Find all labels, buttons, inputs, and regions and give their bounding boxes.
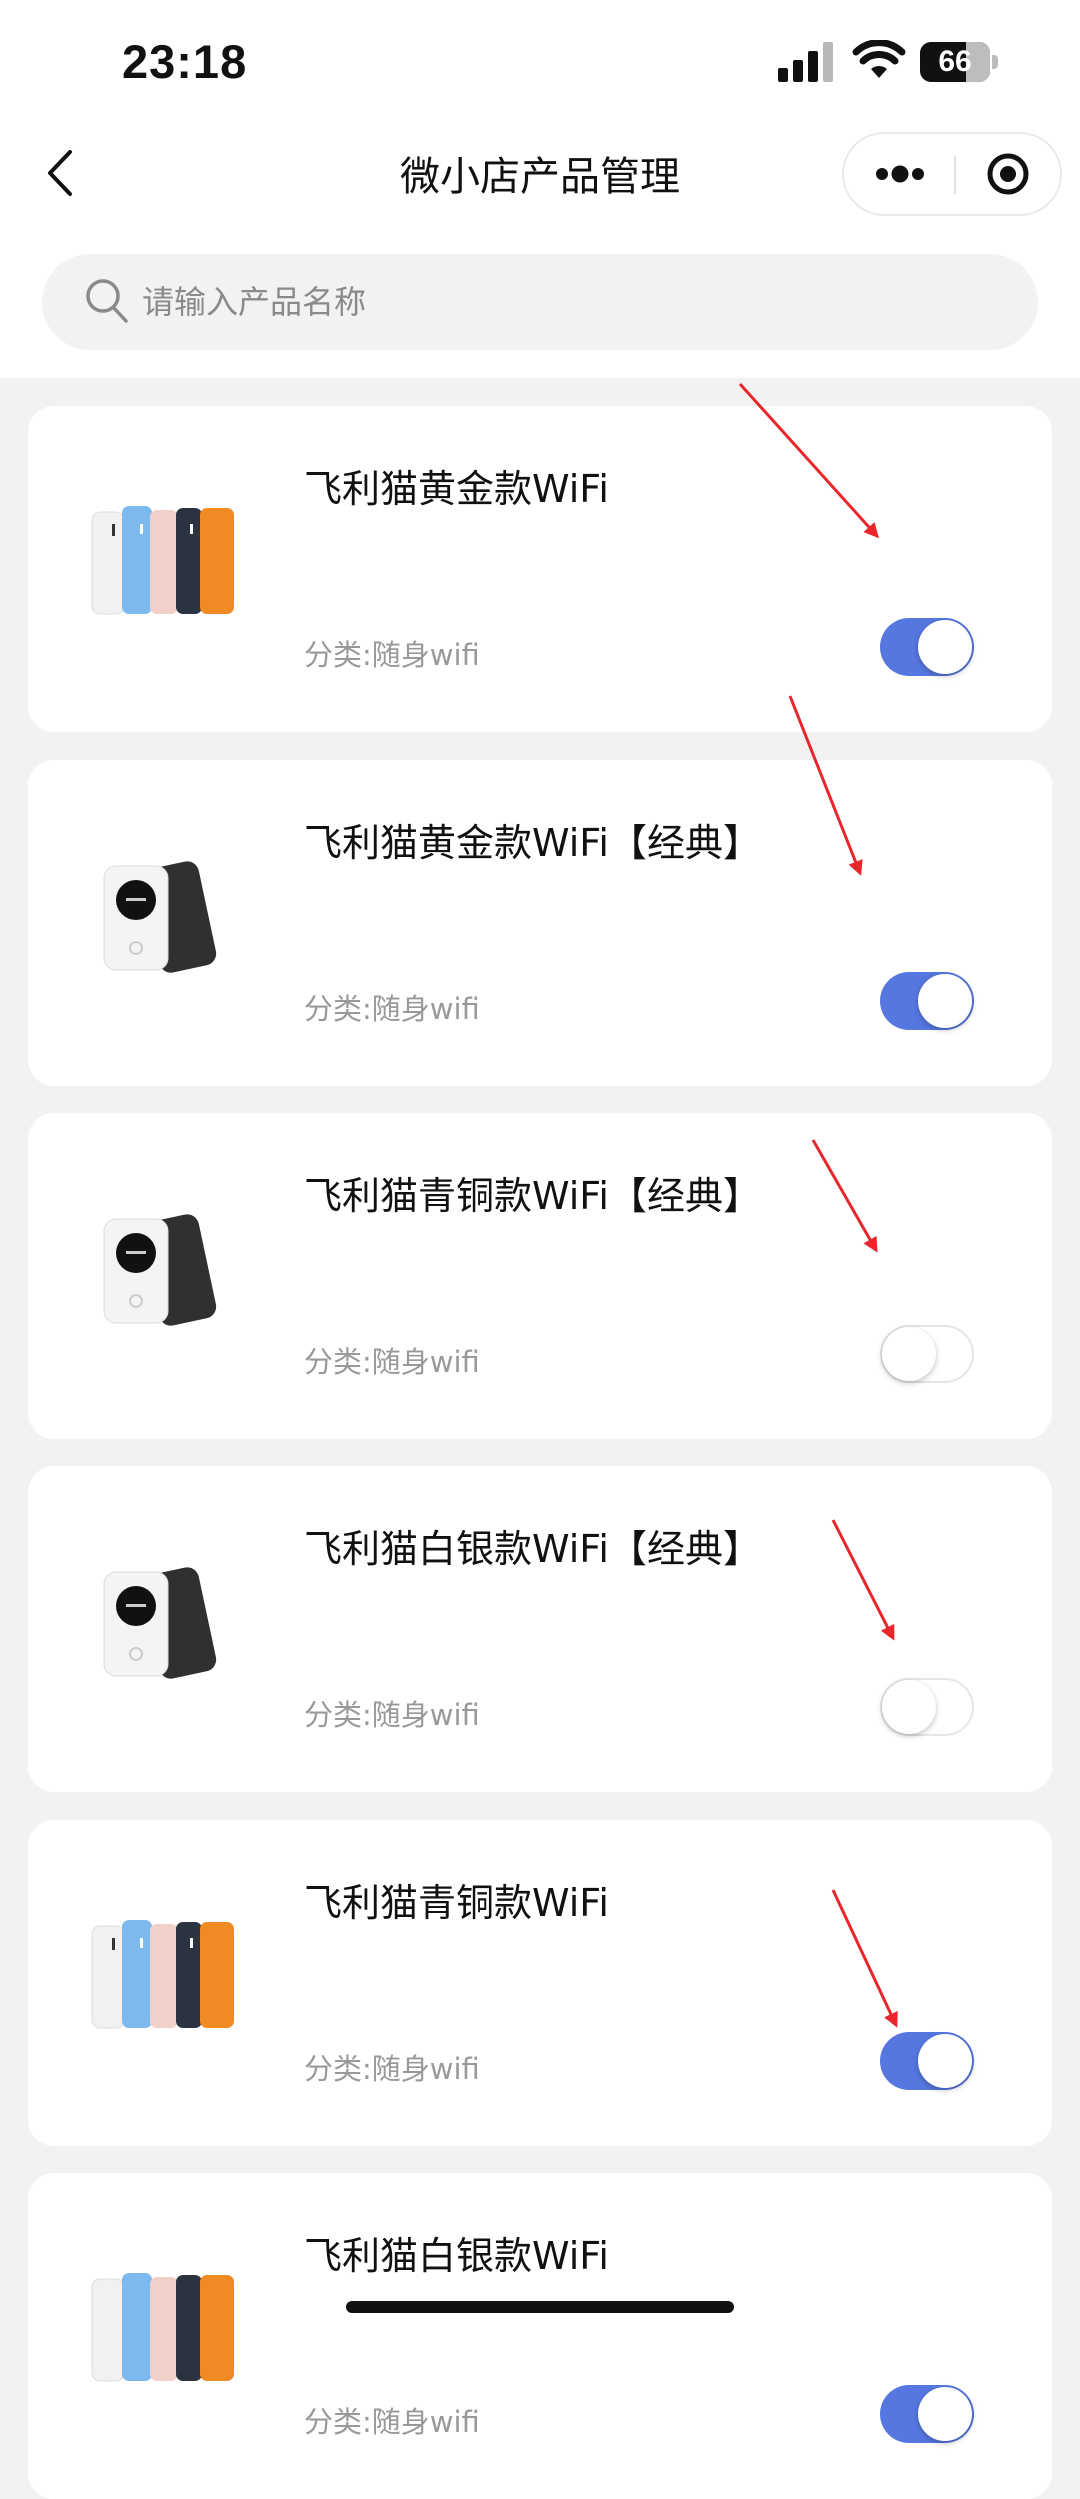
search-icon <box>86 279 128 323</box>
toggle-knob <box>918 2387 972 2441</box>
toggle-knob <box>918 620 972 674</box>
mini-program-capsule <box>842 132 1062 216</box>
product-category: 分类:随身wifi <box>304 638 480 672</box>
status-time: 23:18 <box>122 35 248 88</box>
product-status-toggle[interactable] <box>880 1678 974 1736</box>
battery-level: 66 <box>938 45 972 78</box>
product-category: 分类:随身wifi <box>304 992 480 1026</box>
product-name: 飞利猫白银款WiFi <box>304 2234 609 2278</box>
product-image <box>91 1920 234 2029</box>
product-status-toggle[interactable] <box>880 2385 974 2443</box>
product-category: 分类:随身wifi <box>304 2052 480 2086</box>
product-name: 飞利猫黄金款WiFi【经典】 <box>304 821 761 865</box>
product-category: 分类:随身wifi <box>304 1698 480 1732</box>
wifi-icon <box>852 40 906 78</box>
product-image <box>103 1567 217 1679</box>
product-card[interactable]: 飞利猫白银款WiFi 分类:随身wifi <box>28 2173 1052 2499</box>
product-name: 飞利猫黄金款WiFi <box>304 467 609 511</box>
header: 23:18 66 微小店产品管理 <box>0 0 1080 378</box>
product-image <box>91 506 234 615</box>
toggle-knob <box>882 1327 936 1381</box>
toggle-knob <box>918 974 972 1028</box>
battery-tip <box>992 55 998 69</box>
product-category: 分类:随身wifi <box>304 2405 480 2439</box>
product-name: 飞利猫青铜款WiFi <box>304 1881 609 1925</box>
signal-icon <box>778 42 834 82</box>
more-icon <box>876 165 924 183</box>
product-name: 飞利猫青铜款WiFi【经典】 <box>304 1174 761 1218</box>
target-icon <box>987 153 1029 195</box>
product-status-toggle[interactable] <box>880 2032 974 2090</box>
product-status-toggle[interactable] <box>880 1325 974 1383</box>
more-button[interactable] <box>844 134 952 214</box>
product-card[interactable]: 飞利猫黄金款WiFi 分类:随身wifi <box>28 406 1052 732</box>
search-input[interactable] <box>142 254 1002 350</box>
product-name: 飞利猫白银款WiFi【经典】 <box>304 1527 761 1571</box>
toggle-knob <box>918 2034 972 2088</box>
product-card[interactable]: 飞利猫青铜款WiFi 分类:随身wifi <box>28 1820 1052 2146</box>
product-image <box>103 1214 217 1326</box>
product-status-toggle[interactable] <box>880 618 974 676</box>
search-bar[interactable] <box>42 254 1038 350</box>
product-category: 分类:随身wifi <box>304 1345 480 1379</box>
product-card[interactable]: 飞利猫黄金款WiFi【经典】 分类:随身wifi <box>28 760 1052 1086</box>
close-button[interactable] <box>956 134 1062 214</box>
product-card[interactable]: 飞利猫白银款WiFi【经典】 分类:随身wifi <box>28 1466 1052 1792</box>
battery-icon: 66 <box>920 42 990 82</box>
product-image <box>91 2273 234 2382</box>
toggle-knob <box>882 1680 936 1734</box>
product-card[interactable]: 飞利猫青铜款WiFi【经典】 分类:随身wifi <box>28 1113 1052 1439</box>
product-image <box>103 861 217 973</box>
home-indicator <box>346 2301 734 2313</box>
product-status-toggle[interactable] <box>880 972 974 1030</box>
